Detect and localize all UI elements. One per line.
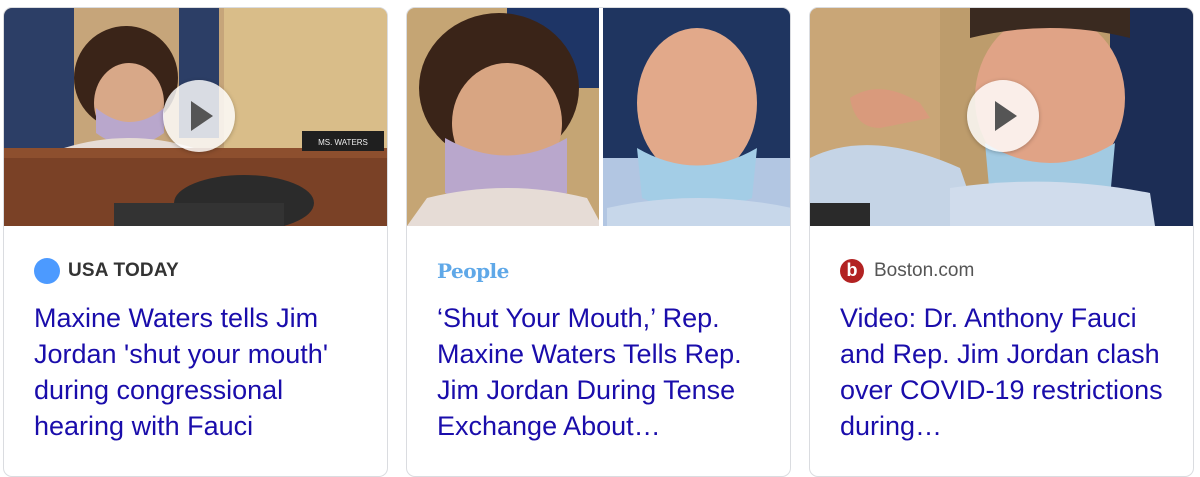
video-thumbnail[interactable] <box>810 8 1193 226</box>
thumbnail-image <box>407 8 790 226</box>
news-card[interactable]: People ‘Shut Your Mouth,’ Rep. Maxine Wa… <box>406 7 791 477</box>
source-row: USA TODAY <box>34 258 179 284</box>
svg-text:MS. WATERS: MS. WATERS <box>318 138 368 147</box>
play-icon[interactable] <box>967 80 1039 152</box>
usa-today-logo-icon <box>34 258 60 284</box>
source-name: Boston.com <box>874 260 975 281</box>
news-card[interactable]: MS. WATERS USA TODAY Maxine Waters tells… <box>3 7 388 477</box>
video-thumbnail[interactable]: MS. WATERS <box>4 8 387 226</box>
headline-link[interactable]: Maxine Waters tells Jim Jordan 'shut you… <box>34 300 364 444</box>
play-icon[interactable] <box>163 80 235 152</box>
headline-link[interactable]: ‘Shut Your Mouth,’ Rep. Maxine Waters Te… <box>437 300 767 444</box>
boston-b-icon: b <box>840 259 864 283</box>
source-row: People <box>437 258 509 284</box>
headline-link[interactable]: Video: Dr. Anthony Fauci and Rep. Jim Jo… <box>840 300 1170 444</box>
source-name: USA TODAY <box>68 260 179 281</box>
article-thumbnail[interactable] <box>407 8 790 226</box>
news-card[interactable]: b Boston.com Video: Dr. Anthony Fauci an… <box>809 7 1194 477</box>
source-row: b Boston.com <box>840 258 974 284</box>
people-logo: People <box>437 259 509 283</box>
